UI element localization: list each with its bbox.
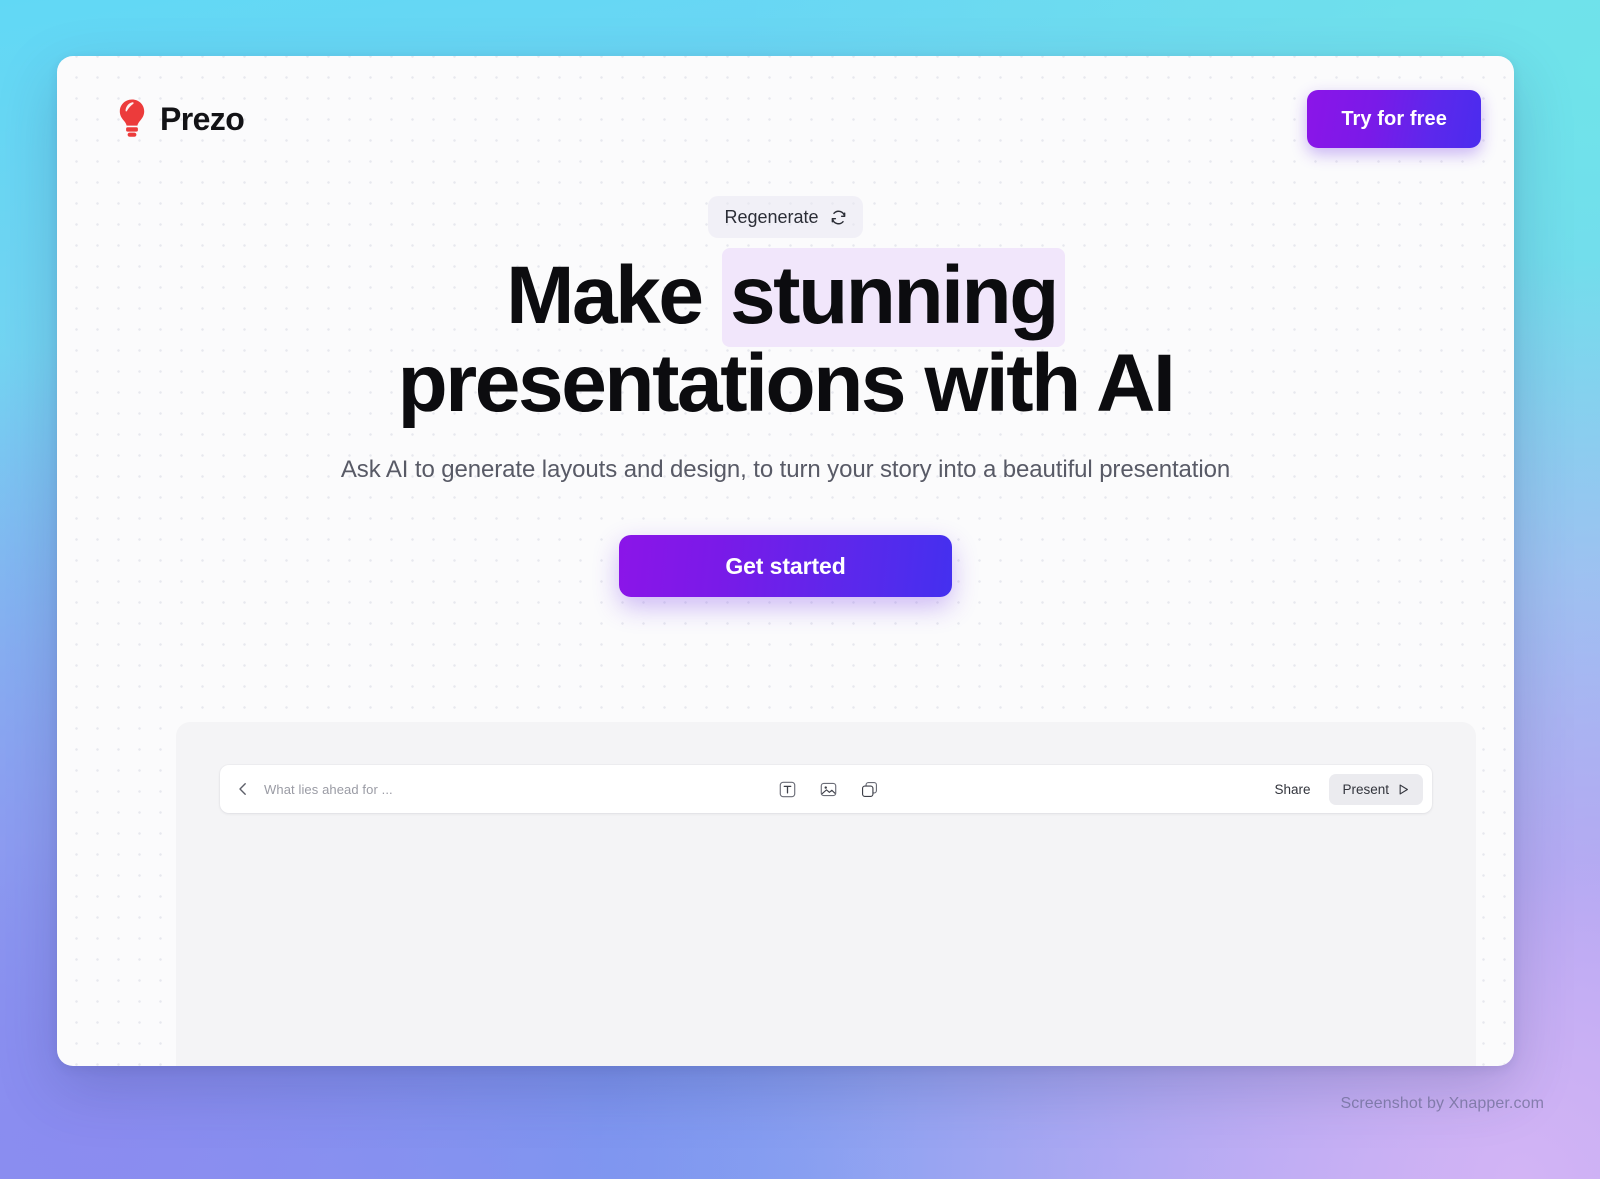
get-started-button[interactable]: Get started [619, 535, 952, 598]
page-subtitle: Ask AI to generate layouts and design, t… [340, 456, 1231, 484]
deck-title: What lies ahead for ... [264, 781, 393, 797]
text-tool-icon[interactable] [778, 780, 797, 799]
refresh-icon [830, 209, 847, 226]
present-button[interactable]: Present [1329, 773, 1423, 805]
page-title: Make stunning presentations with AI [256, 248, 1316, 429]
regenerate-button[interactable]: Regenerate [708, 196, 863, 238]
toolbar-left-group: What lies ahead for ... [234, 780, 393, 798]
chevron-left-icon[interactable] [234, 780, 252, 798]
hero-section: Regenerate Make stunning presentations w… [57, 182, 1514, 598]
headline-part-1: Make [506, 250, 722, 341]
brand-name: Prezo [160, 100, 245, 137]
headline-highlight: stunning [721, 248, 1065, 347]
present-label: Present [1342, 781, 1389, 797]
toolbar-tools-group [393, 780, 1264, 799]
brand-logo-group[interactable]: Prezo [117, 98, 245, 140]
try-for-free-button[interactable]: Try for free [1307, 90, 1481, 148]
desktop-backdrop: Prezo Try for free Regenerate Make stunn… [0, 0, 1600, 1179]
regenerate-label: Regenerate [724, 206, 819, 227]
screenshot-watermark: Screenshot by Xnapper.com [1340, 1095, 1544, 1112]
editor-toolbar: What lies ahead for ... Share Present [220, 765, 1432, 813]
editor-preview-panel: What lies ahead for ... Share Present [176, 722, 1476, 1066]
headline-part-2: presentations with AI [397, 337, 1176, 429]
lightbulb-icon [117, 98, 147, 140]
play-icon [1397, 783, 1410, 796]
share-button[interactable]: Share [1263, 775, 1321, 804]
toolbar-right-group: Share Present [1263, 773, 1423, 805]
app-header: Prezo Try for free [57, 56, 1514, 182]
app-window: Prezo Try for free Regenerate Make stunn… [57, 56, 1514, 1066]
shape-tool-icon[interactable] [860, 780, 879, 799]
image-tool-icon[interactable] [819, 780, 838, 799]
